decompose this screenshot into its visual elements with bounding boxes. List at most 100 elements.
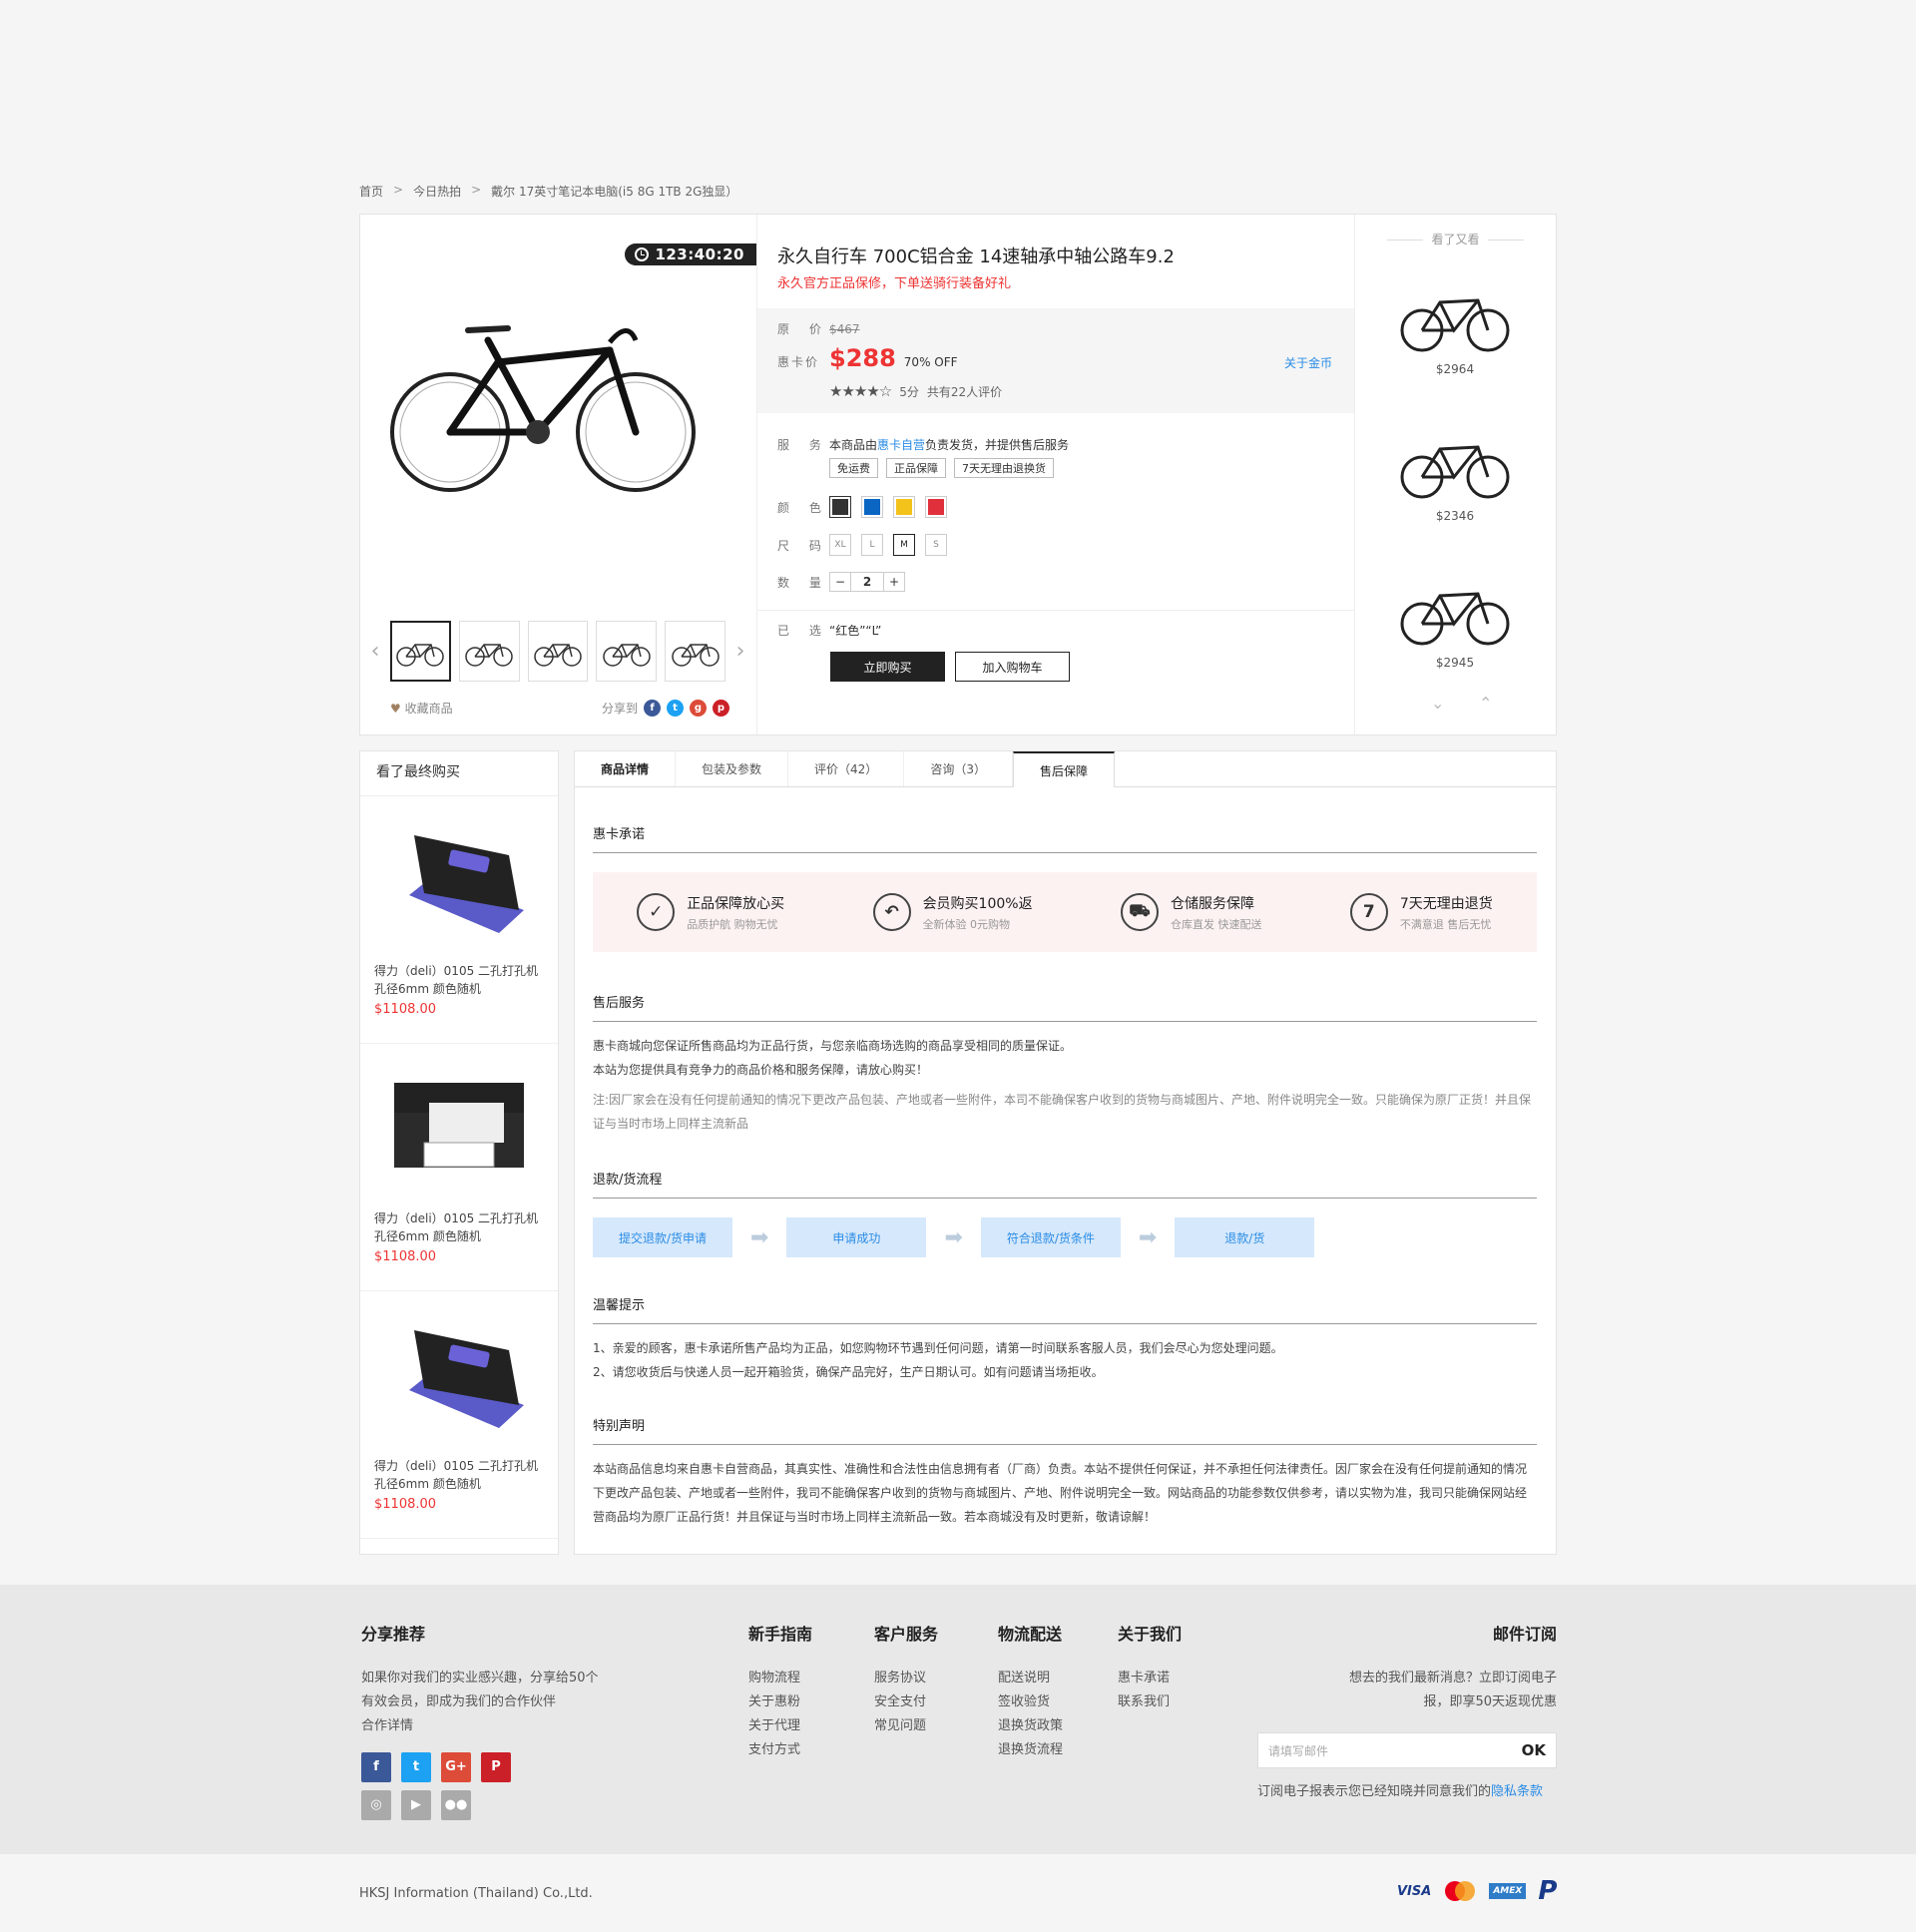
flow-step: 申请成功 — [786, 1217, 927, 1257]
favorite-button[interactable]: ♥ 收藏商品 — [390, 700, 453, 717]
buy-now-button[interactable]: 立即购买 — [830, 652, 945, 682]
privacy-link[interactable]: 隐私条款 — [1491, 1784, 1543, 1799]
section-title: 退款/货流程 — [593, 1169, 1537, 1199]
tab-details[interactable]: 商品详情 — [575, 751, 677, 786]
recommendation-item[interactable]: 得力（deli）0105 二孔打孔机孔径6mm 颜色随机 $1108.00 — [360, 796, 558, 1044]
tab-consult[interactable]: 咨询（3） — [904, 751, 1013, 786]
thumbnail[interactable] — [389, 621, 451, 682]
color-swatch-blue[interactable] — [861, 496, 883, 518]
breadcrumb-category[interactable]: 今日热拍 — [413, 183, 461, 200]
thumbnail[interactable] — [458, 621, 520, 682]
also-viewed-item[interactable]: $2346 — [1395, 431, 1515, 523]
also-viewed-item[interactable]: $2964 — [1395, 284, 1515, 376]
footer-link[interactable]: 退换货流程 — [998, 1738, 1063, 1762]
facebook-icon[interactable]: f — [644, 700, 661, 717]
recommendation-item[interactable]: 得力（deli）0105 二孔打孔机孔径6mm 颜色随机 $1108.00 — [360, 1044, 558, 1291]
size-option[interactable]: M — [893, 534, 915, 556]
rating-row: ★★★★☆ 5分 共有22人评价 — [829, 382, 1002, 400]
color-swatch-red[interactable] — [925, 496, 947, 518]
twitter-icon[interactable]: t — [667, 700, 684, 717]
chevron-up-icon[interactable]: ⌃ — [1479, 694, 1492, 713]
quantity-input[interactable]: 2 — [850, 573, 884, 591]
quantity-stepper: −2 + — [829, 572, 905, 592]
plus-icon[interactable]: + — [884, 573, 904, 591]
tab-reviews[interactable]: 评价（42） — [788, 751, 905, 786]
email-field[interactable]: 请填写邮件 OK — [1257, 1732, 1557, 1768]
size-option[interactable]: S — [925, 534, 947, 556]
section-after-sales: 售后服务 惠卡商城向您保证所售商品均为正品行货，与您亲临商场选购的商品享受相同的… — [593, 992, 1537, 1136]
chevron-left-icon[interactable]: ‹ — [368, 639, 382, 664]
footer-text: 想去的我们最新消息？立即订阅电子 — [1348, 1671, 1557, 1686]
tab-params[interactable]: 包装及参数 — [676, 751, 789, 786]
footer-link[interactable]: 惠卡承诺 — [1118, 1667, 1182, 1690]
service-row: 服 务本商品由惠卡自营负责发货，并提供售后服务 — [777, 436, 1069, 453]
chevron-down-icon[interactable]: ⌄ — [1431, 694, 1444, 713]
footer-link[interactable]: 退换货政策 — [998, 1714, 1063, 1738]
thumbnail[interactable] — [665, 621, 726, 682]
twitter-icon[interactable]: t — [401, 1752, 431, 1782]
footer-link[interactable]: 签收验货 — [998, 1690, 1063, 1714]
footer-link[interactable]: 安全支付 — [874, 1690, 938, 1714]
footer-link[interactable]: 购物流程 — [748, 1667, 812, 1690]
chevron-right-icon[interactable]: › — [733, 639, 747, 664]
social-row: f t G+ P — [361, 1752, 599, 1782]
size-option[interactable]: L — [861, 534, 883, 556]
footer-link[interactable]: 联系我们 — [1118, 1690, 1182, 1714]
hole-punch-image — [409, 1330, 524, 1428]
footer-link[interactable]: 配送说明 — [998, 1667, 1063, 1690]
pinterest-icon[interactable]: P — [481, 1752, 511, 1782]
flickr-icon[interactable]: ●● — [441, 1790, 471, 1820]
footer-link[interactable]: 关于惠粉 — [748, 1690, 812, 1714]
thumbnail[interactable] — [527, 621, 589, 682]
size-row: 尺 码 XL L M S — [777, 534, 957, 556]
paragraph: 本站为您提供具有竞争力的商品价格和服务保障，请放心购买！ — [593, 1063, 929, 1077]
recommendation-price: $1108.00 — [374, 1497, 437, 1512]
thumbnail[interactable] — [596, 621, 658, 682]
bike-icon — [534, 643, 582, 667]
breadcrumb-home[interactable]: 首页 — [359, 183, 383, 200]
footer-col: 关于我们 惠卡承诺 联系我们 — [1118, 1621, 1182, 1714]
footer-link[interactable]: 关于代理 — [748, 1714, 812, 1738]
google-plus-icon[interactable]: g — [690, 700, 707, 717]
footer-link[interactable]: 支付方式 — [748, 1738, 812, 1762]
bike-icon — [465, 643, 513, 667]
review-count[interactable]: 共有22人评价 — [927, 383, 1002, 400]
add-to-cart-button[interactable]: 加入购物车 — [955, 652, 1070, 682]
facebook-icon[interactable]: f — [361, 1752, 391, 1782]
main-product-image[interactable] — [388, 302, 698, 512]
discount-badge: 70% OFF — [903, 355, 958, 369]
coupon-link[interactable]: 关于金币 — [1284, 354, 1332, 371]
tab-after-sales[interactable]: 售后保障 — [1012, 751, 1115, 787]
detail-tabs: 商品详情 包装及参数 评价（42） 咨询（3） 售后保障 — [575, 751, 1556, 787]
payment-methods: VISA AMEX P — [1397, 1876, 1557, 1906]
youtube-icon[interactable]: ▶ — [401, 1790, 431, 1820]
refund-flow: 提交退款/货申请 ➡ 申请成功 ➡ 符合退款/货条件 ➡ 退款/货 — [593, 1217, 1315, 1257]
size-option[interactable]: XL — [829, 534, 851, 556]
google-plus-icon[interactable]: G+ — [441, 1752, 471, 1782]
recommendations-panel: 看了最终购买 得力（deli）0105 二孔打孔机孔径6mm 颜色随机 $1108… — [359, 750, 559, 1555]
also-viewed-item[interactable]: $2945 — [1395, 578, 1515, 670]
minus-icon[interactable]: − — [830, 573, 850, 591]
visa-icon: VISA — [1397, 1883, 1432, 1899]
footer-link[interactable]: 常见问题 — [874, 1714, 938, 1738]
breadcrumb-separator: > — [471, 183, 482, 197]
price-box: 原 价$467 惠卡价 $288 70% OFF 关于金币 ★★★★☆ 5分 共有22人… — [757, 308, 1354, 413]
bike-image — [1400, 445, 1510, 499]
paragraph: 2、请您收货后与快递人员一起开箱验货，确保产品完好，生产日期认可。如有问题请当场… — [593, 1365, 1104, 1379]
footer-share: 分享推荐 如果你对我们的实业感兴趣，分享给50个 有效会员，即成为我们的合作伙伴… — [361, 1621, 599, 1820]
color-swatch-black[interactable] — [829, 496, 851, 518]
footer-heading: 物流配送 — [998, 1625, 1063, 1644]
footer-text: 报，即享50天返现优惠 — [1423, 1694, 1557, 1709]
footer-link[interactable]: 服务协议 — [874, 1667, 938, 1690]
subscribe-button[interactable]: OK — [1522, 1741, 1546, 1759]
social-row: ◎ ▶ ●● — [361, 1790, 599, 1820]
pinterest-icon[interactable]: p — [713, 700, 729, 717]
service-link[interactable]: 惠卡自营 — [877, 438, 925, 452]
instagram-icon[interactable]: ◎ — [361, 1790, 391, 1820]
gallery-footer: ♥ 收藏商品 分享到 f t g p — [390, 700, 729, 717]
also-viewed-price: $2945 — [1435, 656, 1475, 670]
color-swatch-yellow[interactable] — [893, 496, 915, 518]
partner-link[interactable]: 合作详情 — [361, 1714, 599, 1738]
recommendation-item[interactable]: 得力（deli）0105 二孔打孔机孔径6mm 颜色随机 $1108.00 — [360, 1291, 558, 1539]
footer-heading: 分享推荐 — [361, 1625, 426, 1644]
